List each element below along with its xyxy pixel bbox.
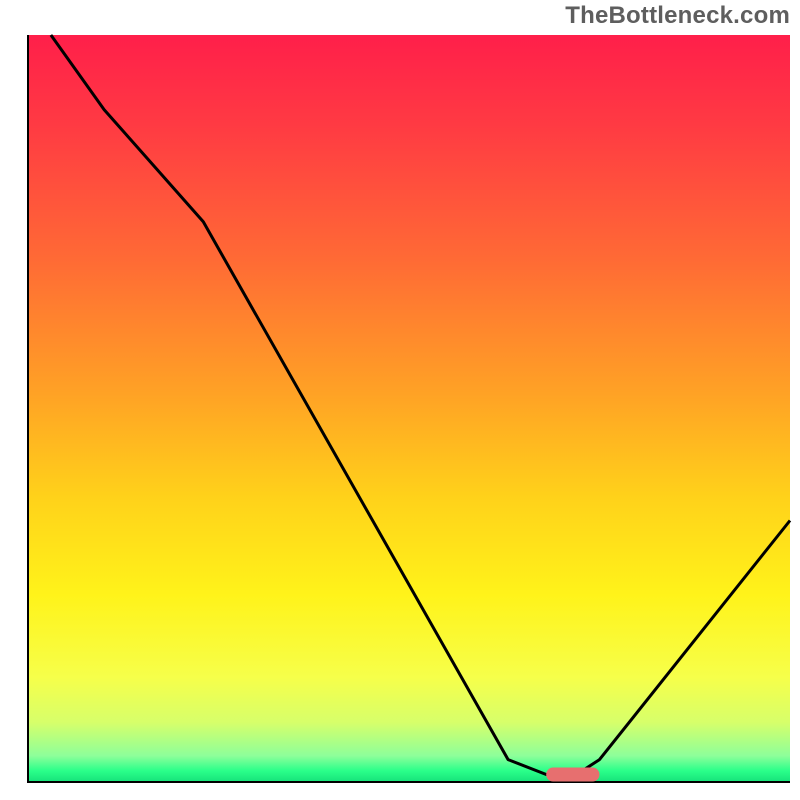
chart-container: TheBottleneck.com bbox=[0, 0, 800, 800]
highlight-pill bbox=[546, 768, 599, 782]
bottleneck-chart bbox=[0, 0, 800, 800]
plot-background bbox=[28, 35, 790, 782]
watermark-text: TheBottleneck.com bbox=[565, 2, 790, 30]
